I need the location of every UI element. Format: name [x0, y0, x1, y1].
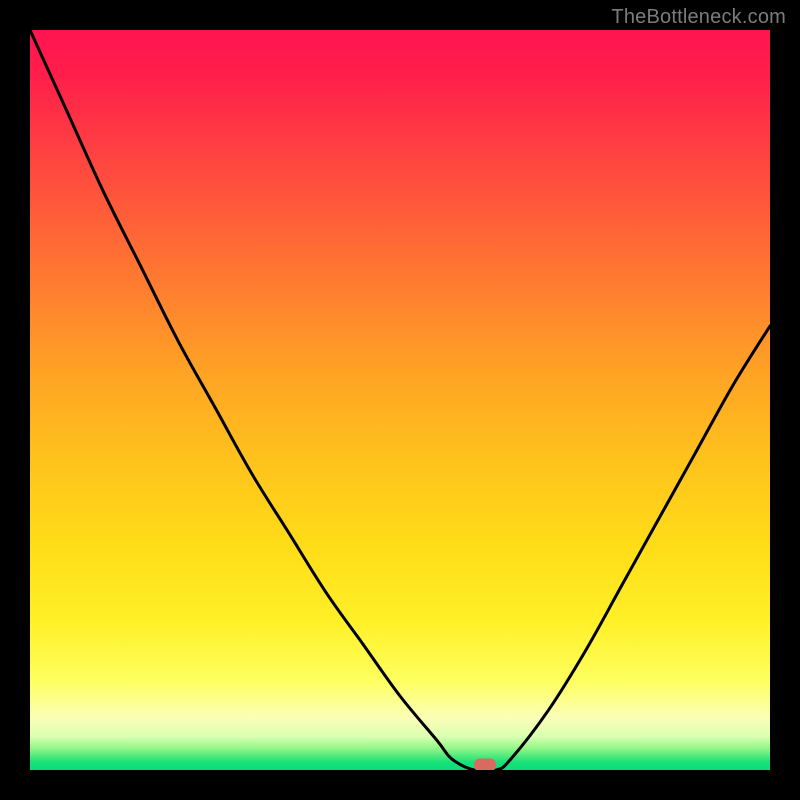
watermark-text: TheBottleneck.com: [611, 6, 786, 29]
curve-svg: [30, 30, 770, 770]
optimal-marker: [474, 759, 496, 771]
bottleneck-curve: [30, 30, 770, 770]
plot-area: [30, 30, 770, 770]
chart-frame: TheBottleneck.com: [0, 0, 800, 800]
